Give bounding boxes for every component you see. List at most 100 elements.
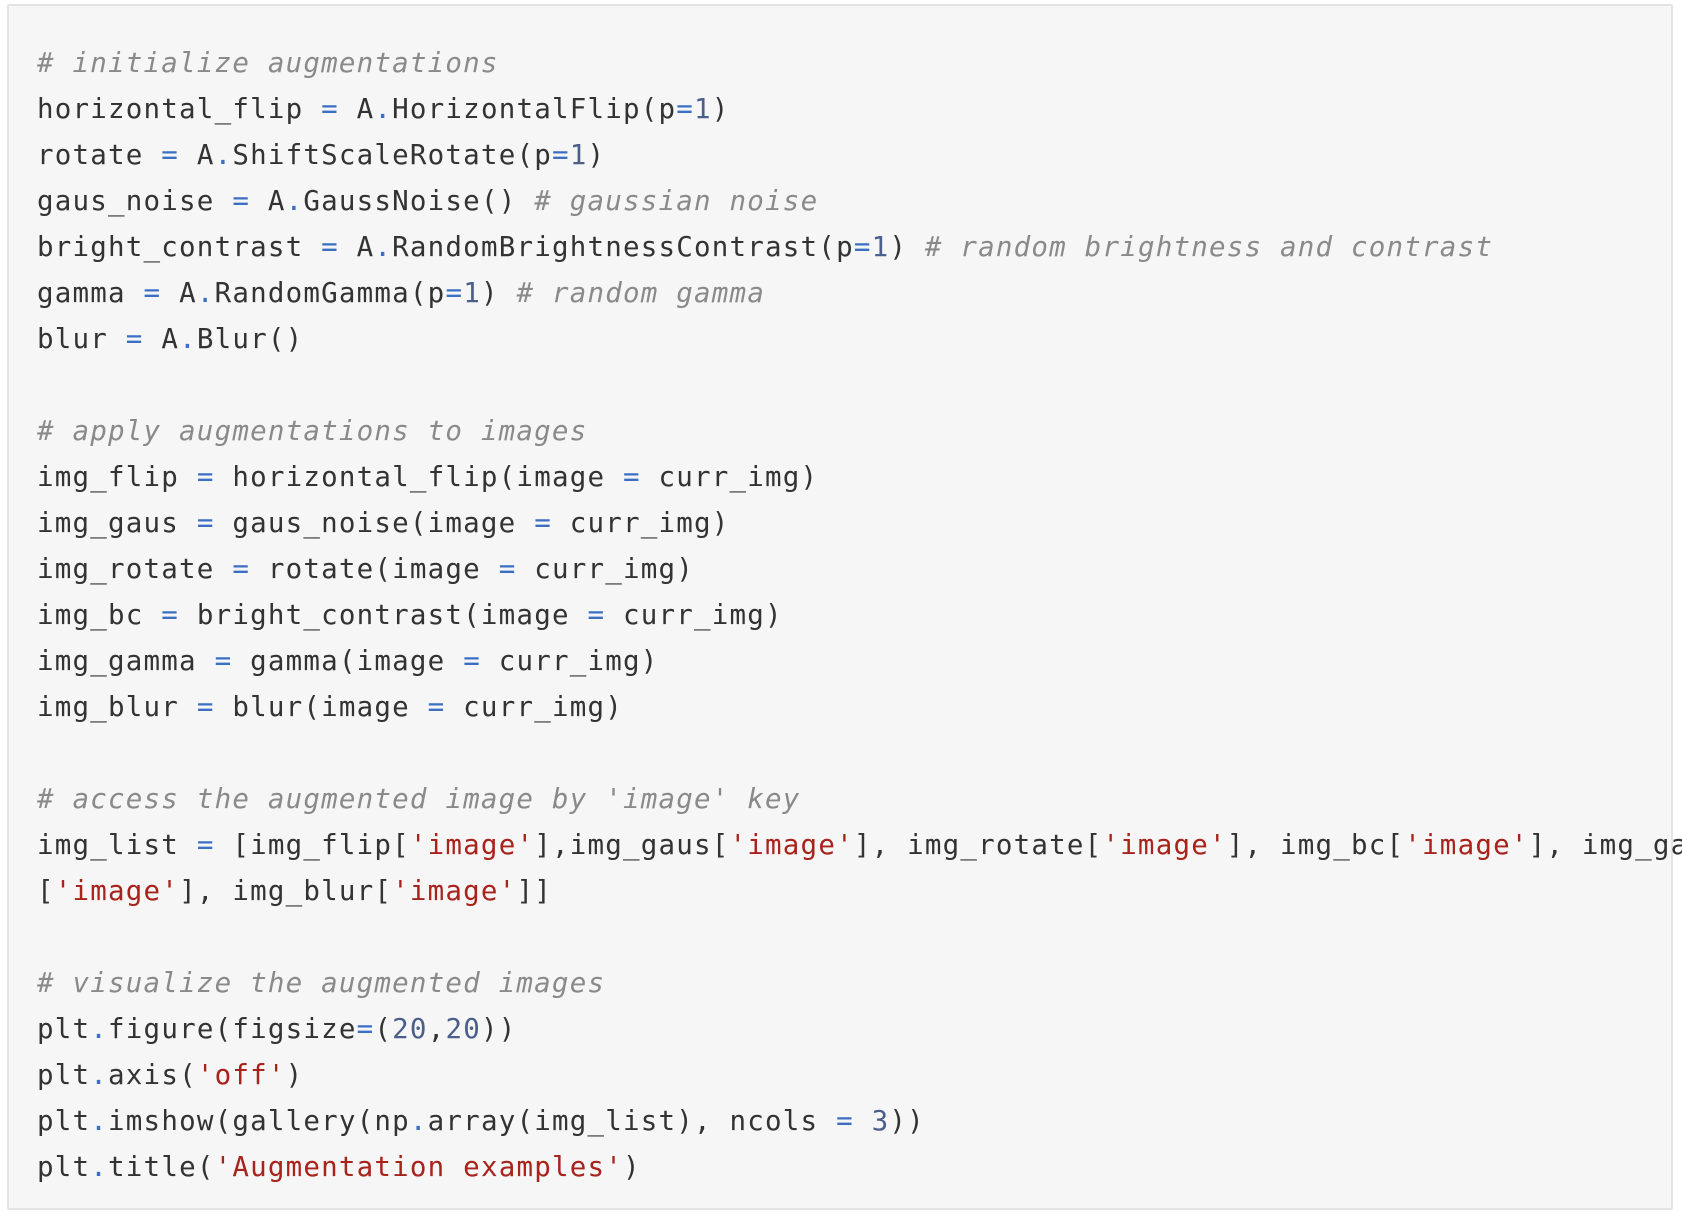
- code-text: A: [179, 139, 215, 171]
- code-operator: =: [232, 185, 251, 217]
- code-line: blur = A.Blur(): [37, 316, 1682, 362]
- code-line: # apply augmentations to images: [37, 408, 1682, 454]
- code-number: 1: [463, 277, 481, 309]
- code-text: axis(: [108, 1059, 197, 1091]
- code-line: gamma = A.RandomGamma(p=1) # random gamm…: [37, 270, 1682, 316]
- code-line: ['image'], img_blur['image']]: [37, 868, 1682, 914]
- code-text: horizontal_flip: [37, 93, 322, 125]
- code-text: ): [587, 139, 606, 171]
- code-text: curr_img): [640, 461, 819, 493]
- code-line: img_flip = horizontal_flip(image = curr_…: [37, 454, 1682, 500]
- code-operator: =: [427, 691, 446, 723]
- code-text: gamma: [37, 277, 144, 309]
- code-text: ): [623, 1151, 641, 1183]
- code-line: img_bc = bright_contrast(image = curr_im…: [37, 592, 1682, 638]
- code-text: horizontal_flip(image: [214, 461, 623, 493]
- code-text: ): [711, 93, 730, 125]
- code-operator: =: [161, 139, 180, 171]
- code-text: A: [338, 231, 375, 263]
- code-text: img_bc: [37, 599, 162, 631]
- code-text: bright_contrast: [37, 231, 322, 263]
- code-text: gaus_noise(image: [214, 507, 535, 539]
- code-line: img_rotate = rotate(image = curr_img): [37, 546, 1682, 592]
- code-operator: .: [214, 139, 233, 171]
- code-operator: =: [196, 507, 215, 539]
- code-operator: =: [587, 599, 606, 631]
- code-operator: =: [161, 599, 180, 631]
- code-text: curr_img): [551, 507, 730, 539]
- code-text: plt: [37, 1013, 91, 1045]
- code-line: plt.imshow(gallery(np.array(img_list), n…: [37, 1098, 1682, 1144]
- code-text: ], img_gamma: [1528, 829, 1682, 861]
- code-line: plt.title('Augmentation examples'): [37, 1144, 1682, 1190]
- code-number: 3: [871, 1105, 890, 1137]
- code-block: # initialize augmentations horizontal_fli…: [7, 4, 1682, 1210]
- code-line: bright_contrast = A.RandomBrightnessCont…: [37, 224, 1682, 270]
- code-operator: =: [196, 829, 215, 861]
- code-text: ], img_rotate[: [853, 829, 1103, 861]
- code-text: plt: [37, 1059, 91, 1091]
- code-text: A: [338, 93, 375, 125]
- code-text: rotate(image: [250, 553, 499, 585]
- code-text: A: [143, 323, 180, 355]
- code-text: curr_img): [480, 645, 659, 677]
- code-text: HorizontalFlip(p: [392, 93, 677, 125]
- code-line: plt.axis('off'): [37, 1052, 1682, 1098]
- code-text: )): [889, 1105, 925, 1137]
- code-text: )): [480, 1013, 517, 1045]
- code-text: img_flip: [37, 461, 197, 493]
- code-operator: .: [90, 1105, 109, 1137]
- code-line: img_gaus = gaus_noise(image = curr_img): [37, 500, 1682, 546]
- code-text: ): [285, 1059, 304, 1091]
- code-text: [: [37, 875, 55, 907]
- code-text: img_blur: [37, 691, 197, 723]
- code-text: figure(figsize: [108, 1013, 357, 1045]
- code-operator: =: [622, 461, 641, 493]
- code-operator: .: [285, 185, 304, 217]
- code-operator: =: [445, 277, 464, 309]
- code-text: ],img_gaus[: [534, 829, 730, 861]
- code-text: curr_img): [605, 599, 783, 631]
- code-number: 1: [569, 139, 588, 171]
- code-operator: .: [90, 1059, 109, 1091]
- code-string: 'image': [392, 875, 517, 907]
- code-text: gaus_noise: [37, 185, 233, 217]
- code-text: ShiftScaleRotate(p: [232, 139, 552, 171]
- code-operator: =: [356, 1013, 375, 1045]
- code-text: ): [889, 231, 925, 263]
- code-operator: .: [90, 1151, 109, 1183]
- code-operator: .: [374, 231, 393, 263]
- code-content[interactable]: # initialize augmentations horizontal_fli…: [37, 40, 1682, 1190]
- code-line: img_blur = blur(image = curr_img): [37, 684, 1682, 730]
- code-operator: =: [551, 139, 570, 171]
- code-text: title(: [108, 1151, 215, 1183]
- code-text: ,: [427, 1013, 446, 1045]
- code-text: img_list: [37, 829, 197, 861]
- code-comment: # random gamma: [516, 277, 766, 309]
- code-text: ], img_blur[: [179, 875, 393, 907]
- code-comment: # access the augmented image by 'image' …: [37, 783, 801, 815]
- code-line: # visualize the augmented images: [37, 960, 1682, 1006]
- code-string: 'Augmentation examples': [214, 1151, 623, 1183]
- code-operator: =: [853, 231, 872, 263]
- code-string: 'image': [409, 829, 535, 861]
- code-line: plt.figure(figsize=(20,20)): [37, 1006, 1682, 1052]
- code-text: imshow(gallery(np: [108, 1105, 410, 1137]
- code-operator: =: [321, 93, 339, 125]
- code-text: A: [161, 277, 197, 309]
- code-text: A: [250, 185, 286, 217]
- code-text: RandomGamma(p: [214, 277, 446, 309]
- code-number: 1: [694, 93, 712, 125]
- code-operator: =: [214, 645, 233, 677]
- code-line: img_list = [img_flip['image'],img_gaus['…: [37, 822, 1682, 868]
- code-operator: =: [196, 461, 215, 493]
- code-line: img_gamma = gamma(image = curr_img): [37, 638, 1682, 684]
- code-operator: =: [836, 1105, 854, 1137]
- code-number: 20: [445, 1013, 481, 1045]
- code-text: bright_contrast(image: [179, 599, 588, 631]
- code-text: blur: [37, 323, 126, 355]
- code-text: img_gaus: [37, 507, 197, 539]
- code-line: horizontal_flip = A.HorizontalFlip(p=1): [37, 86, 1682, 132]
- code-line: # access the augmented image by 'image' …: [37, 776, 1682, 822]
